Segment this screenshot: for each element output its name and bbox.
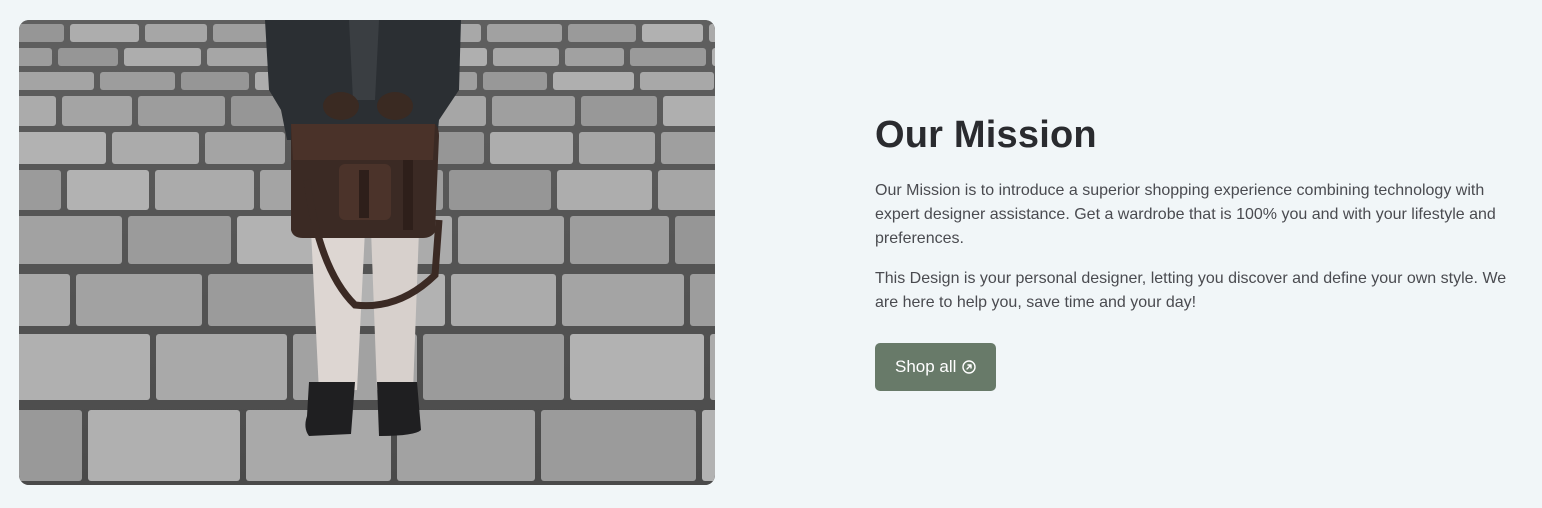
stairs-photo — [19, 20, 715, 485]
mission-title: Our Mission — [875, 114, 1097, 156]
stone-block — [19, 72, 94, 90]
stone-block — [690, 274, 715, 326]
stone-block — [449, 170, 551, 210]
stone-block — [492, 96, 575, 126]
stone-block — [19, 216, 122, 264]
stone-block — [661, 132, 715, 164]
stone-block — [557, 170, 652, 210]
stone-block — [100, 72, 175, 90]
mission-paragraph-1: Our Mission is to introduce a superior s… — [875, 182, 1496, 247]
stone-block — [702, 410, 715, 481]
arrow-up-right-circle-icon — [962, 360, 977, 374]
stone-block — [76, 274, 202, 326]
stone-block — [579, 132, 655, 164]
stone-block — [568, 24, 636, 42]
stone-block — [570, 216, 669, 264]
stone-block — [205, 132, 285, 164]
stone-block — [207, 48, 277, 66]
stone-block — [712, 48, 715, 66]
stone-block — [62, 96, 132, 126]
stone-block — [88, 410, 240, 481]
stone-block — [493, 48, 559, 66]
stone-block — [570, 334, 704, 400]
stone-block — [630, 48, 706, 66]
stone-block — [19, 96, 56, 126]
stone-block — [208, 274, 327, 326]
stone-block — [565, 48, 624, 66]
stone-block — [67, 170, 149, 210]
stone-block — [487, 24, 562, 42]
stone-block — [423, 334, 564, 400]
stone-block — [145, 24, 207, 42]
stone-block — [70, 24, 139, 42]
stone-block — [124, 48, 201, 66]
mission-paragraph-2: This Design is your personal designer, l… — [875, 270, 1507, 311]
stone-block — [490, 132, 573, 164]
stone-block — [642, 24, 703, 42]
stone-block — [19, 334, 150, 400]
shop-all-button-label: Shop all — [895, 357, 957, 376]
stone-block — [709, 24, 715, 42]
stone-block — [581, 96, 657, 126]
stone-block — [19, 132, 106, 164]
stone-block — [112, 132, 199, 164]
stone-block — [658, 170, 715, 210]
stone-block — [181, 72, 249, 90]
stone-block — [19, 274, 70, 326]
stone-block — [128, 216, 231, 264]
stone-block — [562, 274, 684, 326]
stone-block — [138, 96, 225, 126]
stone-block — [155, 170, 254, 210]
stone-block — [19, 410, 82, 481]
stone-block — [458, 216, 564, 264]
stone-block — [483, 72, 547, 90]
stone-block — [19, 170, 61, 210]
stone-block — [663, 96, 715, 126]
stone-block — [675, 216, 715, 264]
stone-block — [156, 334, 287, 400]
stone-block — [19, 24, 64, 42]
stone-block — [19, 48, 52, 66]
stone-block — [213, 24, 268, 42]
stone-block — [58, 48, 118, 66]
stone-block — [451, 274, 556, 326]
stone-block — [553, 72, 634, 90]
shop-all-button[interactable]: Shop all — [875, 343, 997, 391]
stone-block — [541, 410, 696, 481]
stone-block — [640, 72, 714, 90]
hero-image — [19, 20, 715, 485]
stone-block — [710, 334, 715, 400]
mission-section: Our Mission Our Mission is to introduce … — [875, 112, 1525, 391]
